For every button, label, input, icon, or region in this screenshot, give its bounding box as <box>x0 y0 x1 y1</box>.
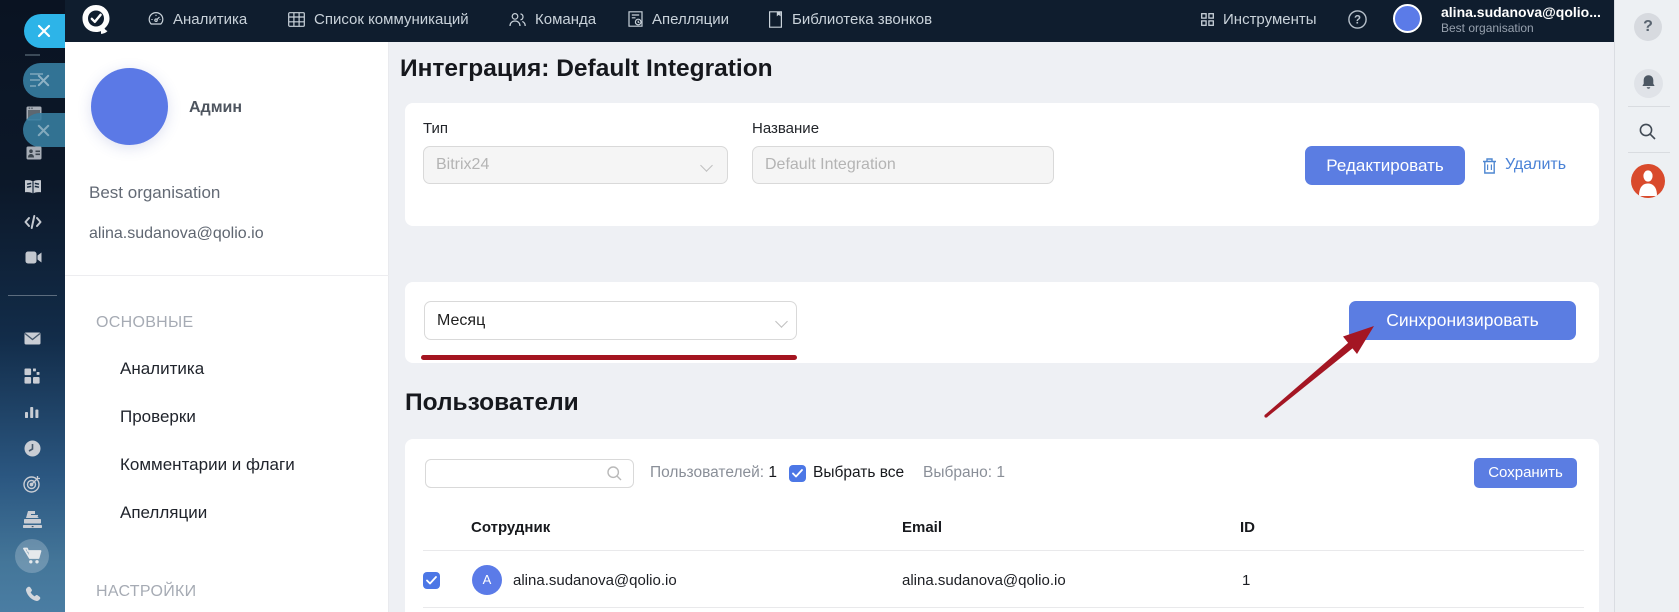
svg-text:?: ? <box>1354 15 1361 27</box>
